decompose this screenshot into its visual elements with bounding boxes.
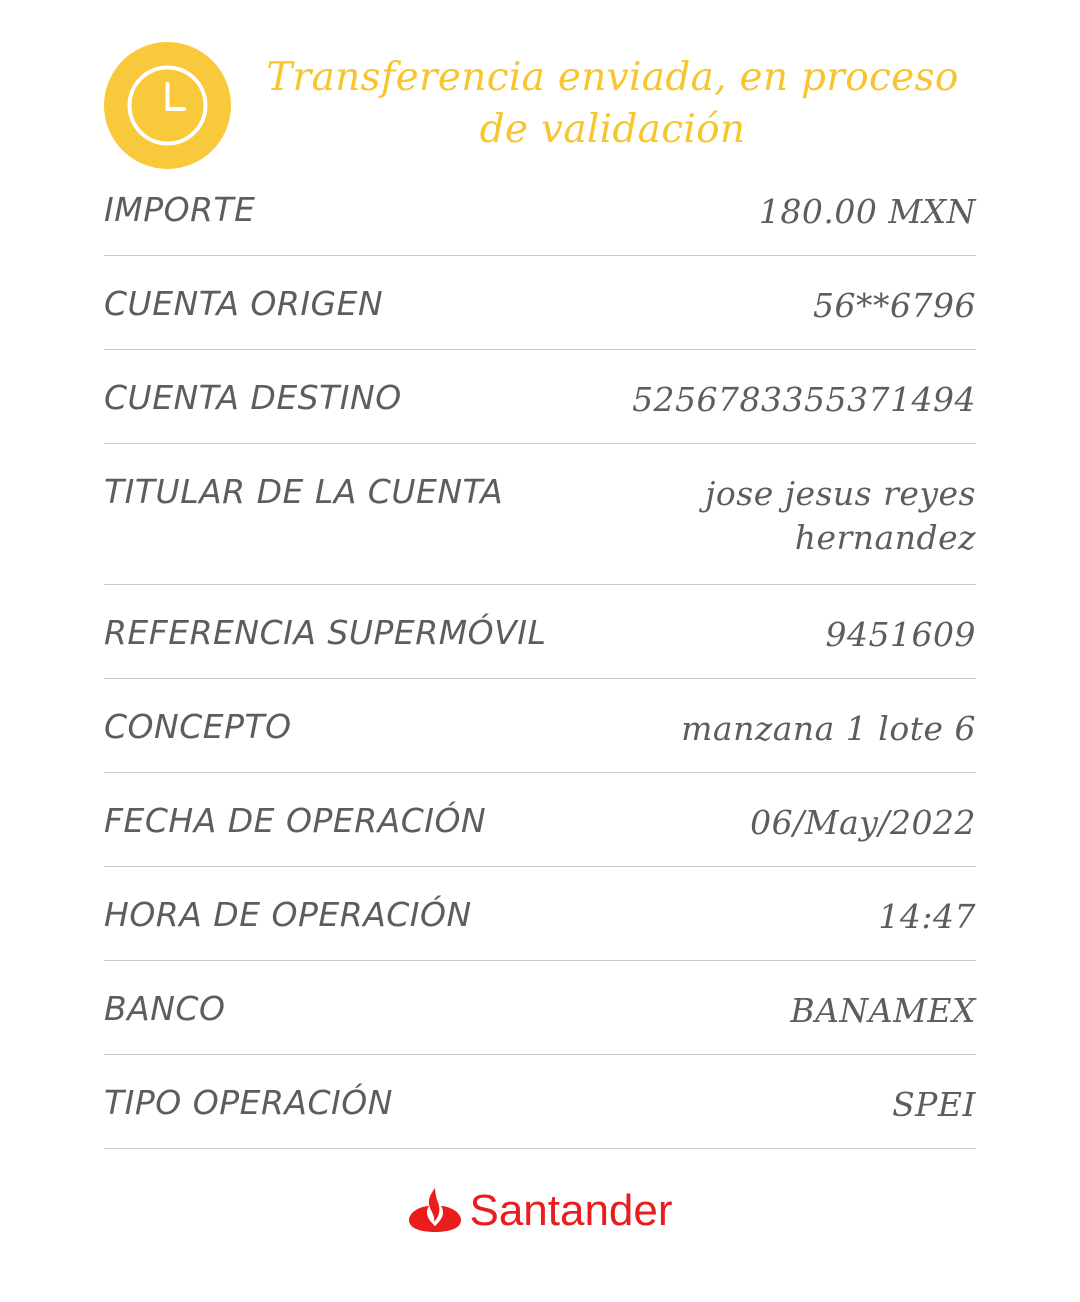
status-title: Transferencia enviada, en proceso de val…	[266, 55, 959, 152]
detail-label: BANCO	[104, 989, 226, 1028]
detail-value: 9451609	[825, 615, 976, 654]
santander-flame-icon	[409, 1188, 462, 1232]
detail-row-cuenta-destino: CUENTA DESTINO 5256783355371494	[104, 350, 976, 444]
detail-label: CONCEPTO	[104, 707, 292, 746]
detail-label: CUENTA DESTINO	[104, 378, 402, 417]
detail-value: 06/May/2022	[750, 803, 976, 842]
detail-value: SPEI	[892, 1085, 976, 1124]
detail-value: 56**6796	[813, 286, 976, 325]
detail-value: jose jesus reyes hernandez	[705, 474, 976, 557]
transfer-details: IMPORTE 180.00 MXN CUENTA ORIGEN 56**679…	[104, 162, 976, 1149]
detail-row-cuenta-origen: CUENTA ORIGEN 56**6796	[104, 256, 976, 350]
detail-row-titular: TITULAR DE LA CUENTA jose jesus reyes he…	[104, 444, 976, 585]
detail-label: IMPORTE	[104, 190, 256, 229]
detail-value: manzana 1 lote 6	[681, 709, 976, 748]
clock-icon	[104, 42, 231, 169]
detail-label: TITULAR DE LA CUENTA	[104, 472, 504, 511]
detail-row-hora: HORA DE OPERACIÓN 14:47	[104, 867, 976, 961]
detail-label: FECHA DE OPERACIÓN	[104, 801, 487, 840]
brand-footer: Santander	[0, 1176, 1080, 1246]
detail-value: 180.00 MXN	[758, 192, 976, 231]
detail-label: CUENTA ORIGEN	[104, 284, 384, 323]
detail-row-importe: IMPORTE 180.00 MXN	[104, 162, 976, 256]
detail-label: REFERENCIA SUPERMÓVIL	[104, 613, 547, 652]
detail-row-fecha: FECHA DE OPERACIÓN 06/May/2022	[104, 773, 976, 867]
detail-label: TIPO OPERACIÓN	[104, 1083, 393, 1122]
detail-row-concepto: CONCEPTO manzana 1 lote 6	[104, 679, 976, 773]
detail-row-referencia: REFERENCIA SUPERMÓVIL 9451609	[104, 585, 976, 679]
detail-value: BANAMEX	[790, 991, 976, 1030]
detail-value: 5256783355371494	[632, 380, 976, 419]
brand-name: Santander	[469, 1186, 673, 1235]
detail-value: 14:47	[878, 897, 976, 936]
status-header: Transferencia enviada, en proceso de val…	[104, 40, 976, 170]
detail-label: HORA DE OPERACIÓN	[104, 895, 472, 934]
detail-row-tipo-operacion: TIPO OPERACIÓN SPEI	[104, 1055, 976, 1149]
detail-row-banco: BANCO BANAMEX	[104, 961, 976, 1055]
